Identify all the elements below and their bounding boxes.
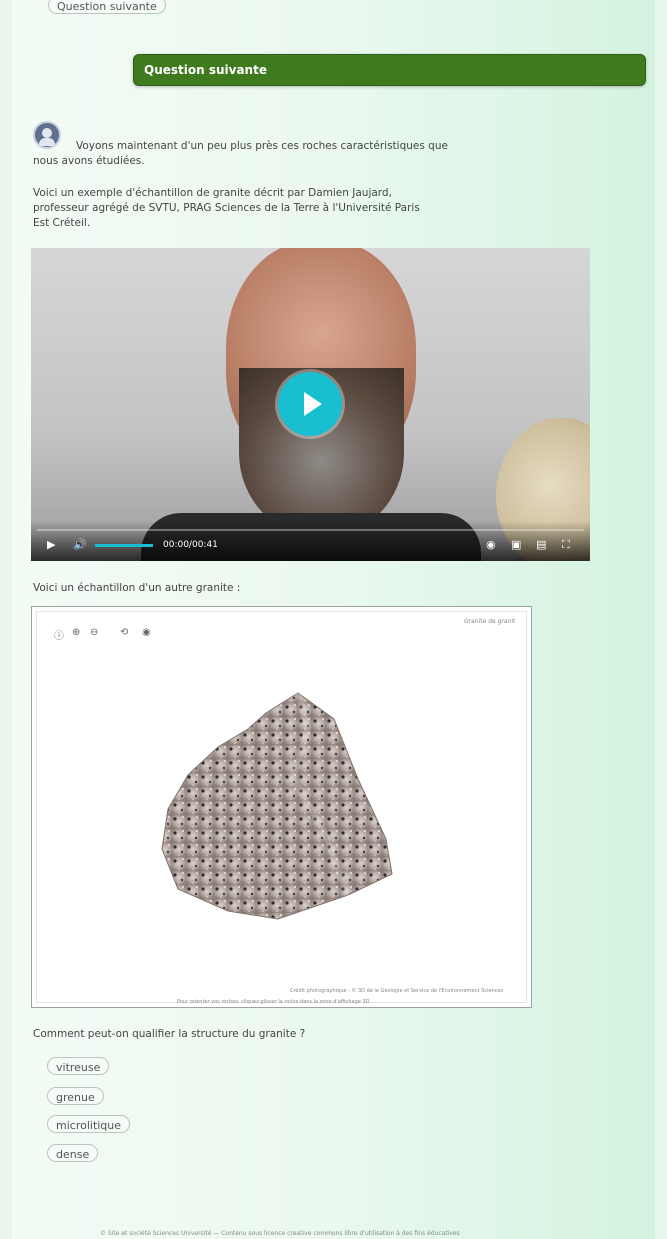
option-dense[interactable]: dense [47,1144,99,1162]
granite-sample-image [161,692,393,920]
intro-paragraph-line2: professeur agrégé de SVTU, PRAG Sciences… [33,202,420,214]
viewer-caption: Pour orienter vos roches, cliquez-glisse… [177,999,370,1005]
second-sample-label: Voici un échantillon d'un autre granite … [33,582,241,594]
user-icon [33,121,61,149]
volume-slider[interactable] [95,544,153,547]
zoom-out-icon[interactable]: ⊖ [90,627,98,638]
pip-icon[interactable]: ▣ [511,538,521,552]
intro-paragraph-line1: Voici un exemple d'échantillon de granit… [33,187,392,199]
video-progress-bar[interactable] [37,529,584,531]
zoom-in-icon[interactable]: ⊕ [72,627,80,638]
intro-line1: Voyons maintenant d'un peu plus près ces… [76,140,448,152]
3d-viewer[interactable]: ⓘ ⊕ ⊖ ⟲ ◉ Granite de granit Crédit photo… [31,606,532,1008]
next-question-button[interactable]: Question suivante [133,54,646,86]
option-vitreuse[interactable]: vitreuse [47,1057,110,1075]
volume-icon[interactable]: 🔊 [73,538,87,552]
camera-icon[interactable]: ◉ [142,627,151,638]
viewer-credit: Crédit photographique : © 3D de la Géolo… [290,988,504,994]
info-icon[interactable]: ⓘ [54,627,64,642]
settings-icon[interactable]: ▤ [536,538,546,552]
intro-paragraph-line3: Est Créteil. [33,217,91,229]
next-question-label: Question suivante [144,63,267,77]
intro-line2: nous avons étudiées. [33,155,145,167]
right-margin [655,0,667,1239]
fullscreen-icon[interactable]: ⛶ [562,538,570,552]
left-margin [0,0,12,1239]
viewer-title: Granite de granit [464,618,516,625]
option-grenue[interactable]: grenue [47,1087,104,1105]
top-question-pill[interactable]: Question suivante [48,0,166,14]
rotate-icon[interactable]: ⟲ [120,627,128,638]
option-microlitique[interactable]: microlitique [47,1115,131,1133]
play-small-icon[interactable]: ▶ [47,538,55,552]
question-text: Comment peut-on qualifier la structure d… [33,1028,306,1040]
video-controls: ▶ 🔊 00:00/00:41 ◉ ▣ ▤ ⛶ [31,521,590,561]
video-time: 00:00/00:41 [163,540,218,550]
play-icon[interactable] [278,372,342,436]
camera-icon[interactable]: ◉ [486,538,496,552]
page-footer: © Site et société Sciences Université — … [100,1230,460,1237]
video-player[interactable]: ▶ 🔊 00:00/00:41 ◉ ▣ ▤ ⛶ [31,248,590,561]
